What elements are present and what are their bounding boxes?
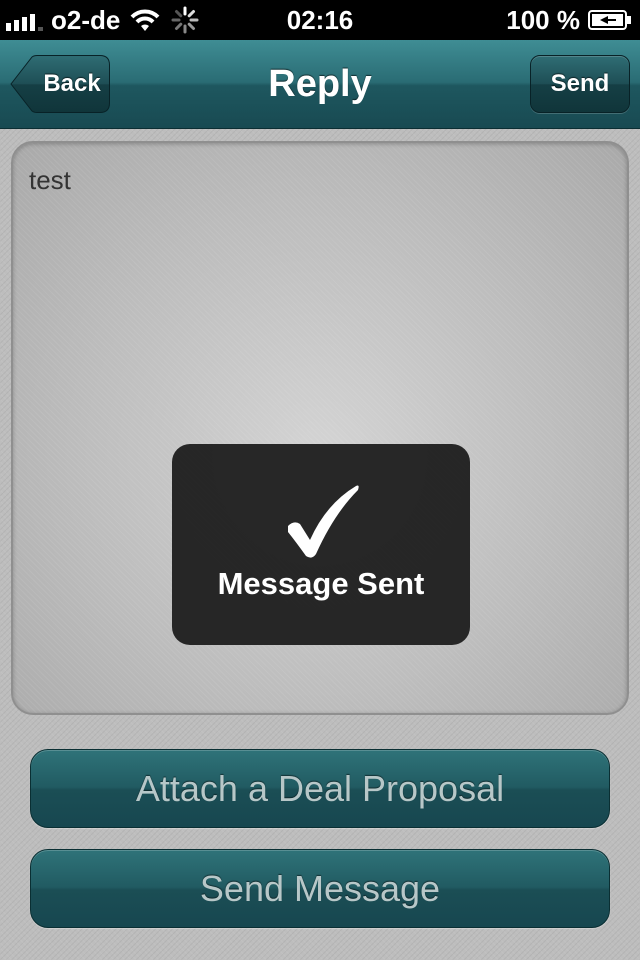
- attach-deal-proposal-button[interactable]: Attach a Deal Proposal: [30, 749, 610, 828]
- status-right: 100 %: [506, 0, 632, 40]
- status-bar: o2-de 02:16 100 %: [0, 0, 640, 40]
- battery-percent: 100 %: [506, 4, 580, 35]
- message-text: test: [29, 165, 71, 195]
- navigation-bar: Back Reply Send: [0, 40, 640, 129]
- battery-charging-icon: [588, 10, 631, 30]
- send-button[interactable]: Send: [530, 55, 630, 113]
- send-message-button[interactable]: Send Message: [30, 849, 610, 928]
- message-sent-hud: Message Sent: [172, 444, 470, 645]
- hud-label: Message Sent: [217, 566, 425, 601]
- checkmark-icon: [288, 485, 359, 558]
